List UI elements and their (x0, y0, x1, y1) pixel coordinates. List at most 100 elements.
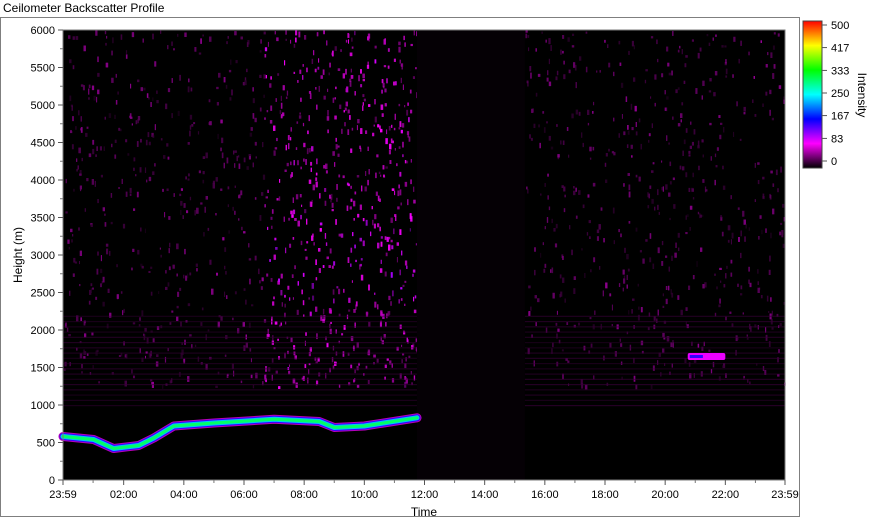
noise-speckle (273, 150, 276, 156)
noise-speckle (299, 69, 302, 74)
noise-speckle (686, 214, 689, 217)
noise-speckle (386, 129, 388, 135)
noise-speckle (80, 84, 84, 87)
noise-speckle (115, 100, 118, 105)
noise-speckle (657, 309, 659, 316)
noise-speckle (326, 40, 328, 46)
noise-speckle (331, 265, 334, 269)
noise-speckle (383, 39, 386, 45)
noise-speckle (285, 30, 287, 35)
noise-speckle (300, 97, 302, 102)
band-line (63, 331, 417, 333)
noise-speckle (398, 299, 400, 304)
noise-speckle (164, 212, 166, 218)
noise-speckle (401, 66, 403, 70)
noise-speckle (410, 109, 413, 114)
noise-speckle (781, 230, 784, 235)
noise-speckle (388, 295, 391, 301)
noise-speckle (618, 40, 621, 45)
noise-speckle (698, 165, 700, 171)
noise-speckle (304, 364, 307, 368)
noise-speckle (315, 172, 318, 176)
noise-speckle (311, 146, 314, 152)
noise-speckle (92, 365, 94, 369)
noise-speckle (100, 283, 102, 288)
band-line (63, 405, 417, 407)
noise-speckle (589, 236, 591, 239)
noise-speckle (294, 218, 297, 221)
noise-speckle (227, 36, 229, 39)
noise-speckle (168, 216, 171, 220)
noise-speckle (623, 278, 626, 284)
noise-speckle (589, 157, 592, 160)
noise-speckle (372, 219, 374, 226)
noise-speckle (326, 256, 329, 260)
noise-speckle (669, 181, 672, 185)
noise-speckle (620, 82, 624, 88)
noise-speckle (649, 185, 652, 189)
noise-speckle (275, 247, 278, 250)
noise-speckle (282, 85, 285, 91)
noise-speckle (744, 236, 746, 242)
noise-speckle (227, 186, 230, 190)
noise-speckle (668, 266, 670, 272)
noise-speckle (740, 285, 743, 290)
noise-speckle (573, 288, 576, 294)
noise-speckle (130, 83, 132, 89)
noise-speckle (599, 70, 601, 73)
colorbar-gradient (802, 20, 823, 169)
noise-speckle (374, 99, 376, 105)
noise-speckle (243, 231, 246, 234)
noise-speckle (139, 167, 142, 173)
noise-speckle (737, 283, 739, 287)
noise-speckle (390, 272, 393, 278)
noise-speckle (359, 263, 362, 267)
noise-speckle (540, 193, 542, 196)
noise-speckle (91, 332, 94, 336)
noise-speckle (95, 154, 97, 157)
noise-speckle (657, 189, 659, 196)
noise-speckle (740, 230, 742, 237)
noise-speckle (399, 189, 402, 196)
noise-speckle (129, 113, 132, 119)
noise-speckle (121, 178, 123, 184)
noise-speckle (300, 214, 302, 220)
noise-speckle (408, 117, 410, 123)
noise-speckle (413, 186, 415, 192)
noise-speckle (674, 252, 677, 258)
band-line (524, 399, 785, 401)
noise-speckle (401, 123, 405, 128)
noise-speckle (232, 206, 234, 211)
noise-speckle (394, 113, 396, 120)
noise-speckle (100, 174, 103, 178)
noise-speckle (360, 84, 363, 88)
noise-speckle (300, 240, 303, 246)
noise-speckle (133, 208, 136, 211)
noise-speckle (197, 356, 200, 362)
noise-speckle (193, 122, 196, 125)
colorbar-ticks: 0 83 167 250 333 417 500 (822, 20, 849, 168)
noise-speckle (542, 111, 545, 114)
noise-speckle (596, 70, 598, 73)
band-line (63, 336, 417, 338)
noise-speckle (573, 190, 576, 196)
noise-speckle (106, 248, 109, 255)
noise-speckle (133, 167, 135, 171)
noise-speckle (132, 322, 136, 325)
noise-speckle (156, 354, 159, 357)
noise-speckle (390, 217, 393, 223)
noise-speckle (259, 215, 262, 221)
noise-speckle (120, 34, 123, 40)
noise-speckle (332, 151, 335, 156)
noise-speckle (571, 249, 573, 256)
noise-speckle (343, 110, 345, 113)
noise-speckle (725, 59, 727, 64)
noise-speckle (118, 127, 121, 131)
noise-speckle (552, 292, 555, 299)
noise-speckle (243, 288, 246, 291)
noise-speckle (254, 255, 257, 261)
noise-speckle (238, 155, 240, 158)
noise-speckle (712, 361, 715, 368)
noise-speckle (349, 80, 352, 87)
noise-speckle (223, 77, 226, 83)
